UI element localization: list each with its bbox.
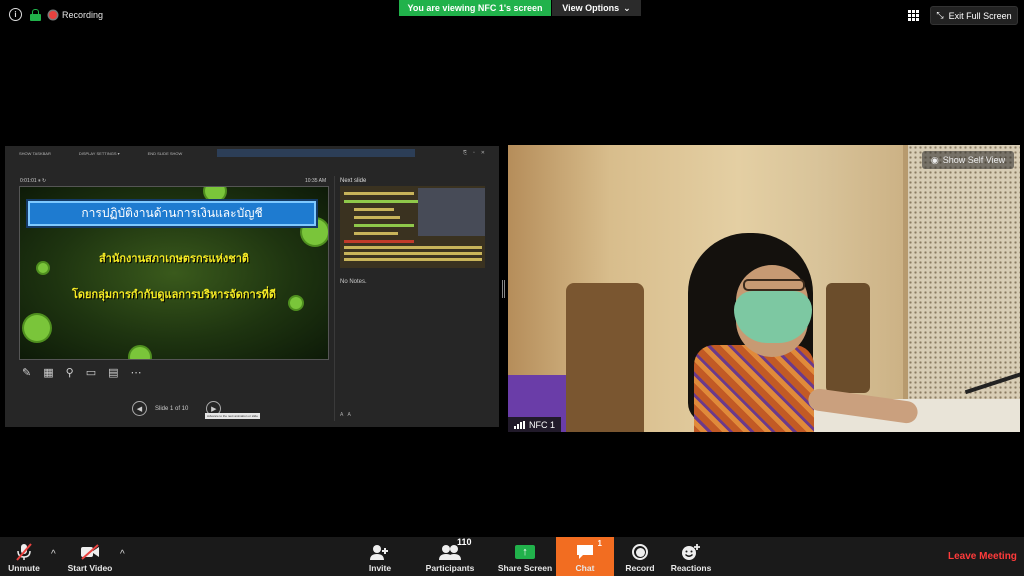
chat-button[interactable]: 1 Chat (556, 537, 614, 576)
smiley-add-icon (681, 541, 701, 563)
slide-title: การปฏิบัติงานด้านการเงินและบัญชี (28, 201, 316, 226)
acoustic-panel (908, 145, 1020, 405)
next-slide-tooltip: Advance to the next animation or slide (205, 413, 260, 419)
participant-name: NFC 1 (529, 419, 556, 430)
recording-dot-icon (49, 10, 57, 19)
record-label: Record (625, 563, 655, 573)
slide-line-1: สำนักงานสภาเกษตรกรแห่งชาติ (98, 252, 250, 265)
panel-divider (334, 176, 335, 421)
slide-line-2: โดยกลุ่มการกำกับดูแลการบริหารจัดการที่ดี (71, 288, 277, 301)
split-view-handle[interactable] (502, 280, 505, 298)
chevron-down-icon: ⌄ (623, 2, 631, 13)
chat-label: Chat (575, 563, 595, 573)
timer-value: 0:01:01 (20, 178, 37, 184)
participant-video[interactable]: ◉ Show Self View NFC 1 (508, 145, 1020, 432)
viewing-banner: You are viewing NFC 1's screen (399, 0, 551, 16)
unmute-button[interactable]: Unmute (4, 537, 44, 576)
self-view-label: Show Self View (942, 155, 1006, 165)
presentation-clock: 10:35 AM (305, 178, 327, 184)
view-options-button[interactable]: View Options ⌄ (552, 0, 641, 16)
screen-icon[interactable]: ▭ (86, 366, 96, 379)
chat-icon: 1 (576, 539, 602, 563)
add-person-icon (370, 541, 390, 563)
shared-screen[interactable]: SHOW TASKBAR DISPLAY SETTINGS ▾ END SLID… (5, 146, 499, 427)
participants-button[interactable]: 110 Participants (422, 537, 478, 576)
show-self-view-button[interactable]: ◉ Show Self View (922, 151, 1014, 169)
presenter-tools: ✎ ▦ ⚲ ▭ ▤ ⋯ (22, 366, 142, 379)
unmute-label: Unmute (8, 563, 40, 573)
reactions-label: Reactions (670, 563, 712, 573)
participants-label: Participants (425, 563, 475, 573)
record-icon (632, 544, 648, 560)
audio-options-caret-icon[interactable]: ^ (51, 549, 56, 560)
next-slide-thumbnail[interactable] (340, 186, 485, 268)
recording-indicator[interactable]: Recording (49, 10, 103, 20)
participants-icon: 110 (439, 537, 472, 563)
gallery-grid-icon[interactable] (908, 10, 919, 21)
lock-icon[interactable] (30, 8, 41, 21)
virus-decoration (205, 187, 225, 201)
pen-icon[interactable]: ✎ (22, 366, 31, 379)
view-options-label: View Options (562, 3, 620, 13)
leave-meeting-button[interactable]: Leave Meeting (948, 551, 1017, 562)
invite-button[interactable]: Invite (362, 537, 398, 576)
meeting-toolbar: Unmute ^ Start Video ^ Invite 110 Partic… (0, 537, 1024, 576)
share-screen-label: Share Screen (497, 563, 553, 573)
participants-count: 110 (457, 537, 472, 547)
subtitles-icon[interactable]: ▤ (108, 366, 118, 379)
end-slideshow-button[interactable]: END SLIDE SHOW (148, 151, 183, 156)
eye-icon: ◉ (930, 154, 939, 165)
share-screen-button[interactable]: ↑ Share Screen (496, 537, 554, 576)
window-controls[interactable]: ⎘▫✕ (463, 150, 491, 156)
virus-decoration (130, 347, 150, 359)
chat-badge: 1 (597, 539, 602, 548)
show-taskbar-button[interactable]: SHOW TASKBAR (19, 151, 51, 156)
start-video-button[interactable]: Start Video (66, 537, 114, 576)
presentation-timer: 0:01:01 ⏸ ↻ (20, 178, 47, 184)
reactions-button[interactable]: Reactions (670, 537, 712, 576)
exit-fullscreen-icon: ⤡ (936, 10, 944, 20)
info-icon[interactable]: i (9, 8, 22, 21)
recording-label: Recording (62, 9, 104, 20)
more-icon[interactable]: ⋯ (131, 366, 142, 379)
video-options-caret-icon[interactable]: ^ (120, 549, 125, 560)
chair (826, 283, 870, 393)
meeting-status-bar: i Recording (9, 8, 103, 21)
exit-fullscreen-label: Exit Full Screen (948, 10, 1012, 21)
start-video-label: Start Video (67, 563, 113, 573)
exit-fullscreen-button[interactable]: ⤡ Exit Full Screen (930, 6, 1018, 25)
record-button[interactable]: Record (622, 537, 658, 576)
redacted-area (418, 188, 485, 236)
slides-icon[interactable]: ▦ (43, 366, 53, 379)
chair (566, 283, 644, 432)
presenter-title-bar (217, 149, 415, 157)
slide-counter: Slide 1 of 10 (155, 405, 189, 412)
zoom-icon[interactable]: ⚲ (66, 366, 74, 379)
share-screen-icon: ↑ (515, 545, 535, 559)
next-slide-label: Next slide (340, 178, 367, 184)
signal-bars-icon (514, 420, 525, 429)
video-off-icon (80, 541, 100, 563)
current-slide: การปฏิบัติงานด้านการเงินและบัญชี สำนักงา… (19, 186, 329, 360)
text-size-controls[interactable]: A A (340, 412, 351, 418)
participant-name-tag: NFC 1 (508, 417, 562, 432)
display-settings-button[interactable]: DISPLAY SETTINGS ▾ (79, 151, 120, 156)
virus-decoration (24, 315, 50, 341)
invite-label: Invite (368, 563, 392, 573)
presenter-toolbar: SHOW TASKBAR DISPLAY SETTINGS ▾ END SLID… (19, 151, 182, 156)
speaker-notes: No Notes. (340, 279, 367, 285)
previous-slide-icon[interactable]: ◀ (132, 401, 147, 416)
microphone-muted-icon (16, 541, 32, 563)
